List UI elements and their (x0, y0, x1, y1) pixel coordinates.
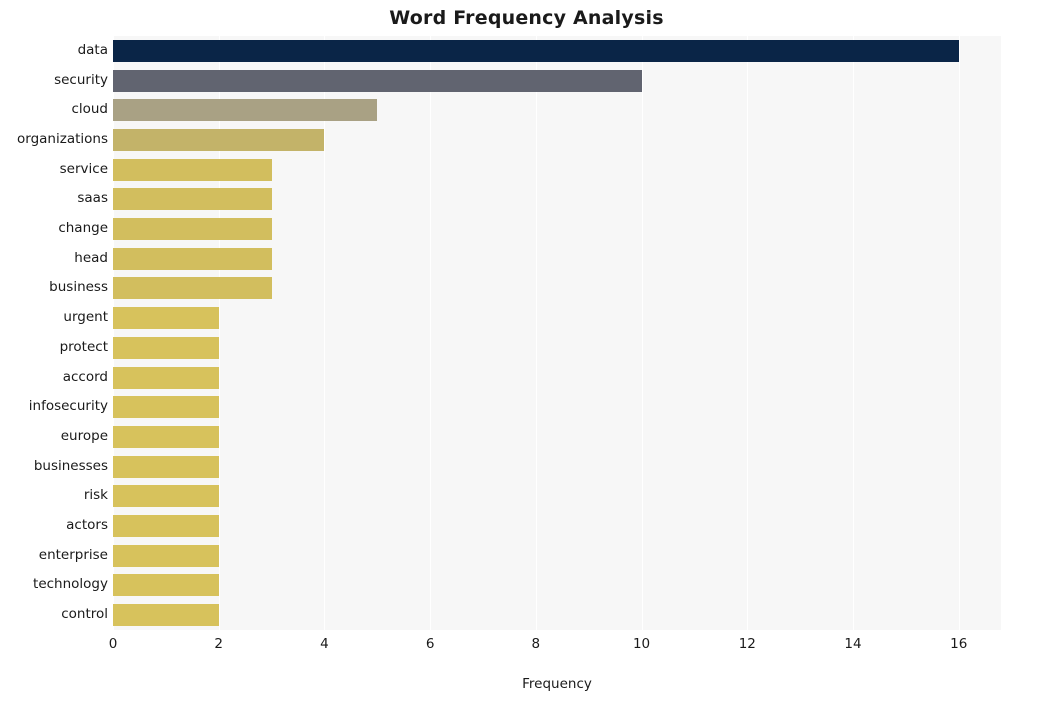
y-axis-tick-label: business (49, 279, 108, 296)
y-axis-tick-label: protect (59, 338, 108, 355)
y-axis-tick-label: control (61, 606, 108, 623)
x-axis-tick-labels: 0 2 4 6 8 10 12 14 16 (109, 636, 1001, 656)
bar[interactable] (113, 99, 378, 122)
plot-area (113, 36, 1001, 630)
bar[interactable] (113, 544, 219, 567)
bar[interactable] (113, 69, 642, 92)
bar[interactable] (113, 604, 219, 627)
y-axis-tick-label: organizations (17, 130, 108, 147)
y-axis-tick-label: infosecurity (28, 398, 108, 415)
x-axis-tick-label: 12 (738, 636, 756, 652)
bar[interactable] (113, 218, 272, 241)
y-axis-tick-label: cloud (71, 101, 108, 118)
bar[interactable] (113, 128, 325, 151)
x-axis-tick-label: 14 (844, 636, 862, 652)
bar[interactable] (113, 188, 272, 211)
x-axis-tick-label: 6 (425, 636, 435, 652)
y-axis-tick-label: data (77, 41, 108, 58)
y-axis-tick-label: accord (62, 368, 108, 385)
y-axis-tick-label: europe (60, 427, 108, 444)
y-axis-tick-label: enterprise (38, 546, 108, 563)
y-axis-tick-label: saas (77, 190, 108, 207)
x-axis-tick-label: 2 (214, 636, 223, 652)
bar[interactable] (113, 247, 272, 270)
bar[interactable] (113, 574, 219, 597)
x-axis-tick-label: 10 (632, 636, 651, 652)
y-axis-tick-label: service (59, 160, 108, 177)
bar[interactable] (113, 396, 219, 419)
y-axis-tick-label: technology (33, 576, 108, 593)
y-axis-tick-label: urgent (63, 309, 108, 326)
bar[interactable] (113, 277, 272, 300)
bar[interactable] (113, 336, 219, 359)
y-axis-tick-label: change (58, 220, 108, 237)
bar[interactable] (113, 366, 219, 389)
x-axis-title: Frequency (522, 676, 592, 692)
bar[interactable] (113, 455, 219, 478)
y-axis-tick-label: head (74, 249, 108, 266)
x-axis-tick-label: 0 (108, 636, 118, 652)
bar[interactable] (113, 425, 219, 448)
chart-title: Word Frequency Analysis (389, 7, 664, 29)
bar[interactable] (113, 515, 219, 538)
bar[interactable] (113, 158, 272, 181)
bar[interactable] (113, 39, 959, 62)
bars-layer (113, 36, 1001, 630)
x-axis-tick-label: 8 (531, 636, 541, 652)
bar[interactable] (113, 485, 219, 508)
y-axis-tick-label: risk (83, 487, 108, 504)
y-axis-tick-label: security (54, 71, 108, 88)
bar[interactable] (113, 307, 219, 330)
chart-container: Word Frequency Analysis data security clou… (0, 0, 1053, 701)
x-axis-tick-label: 16 (950, 636, 968, 652)
y-axis-tick-labels: data security cloud organizations service saa… (0, 36, 108, 630)
y-axis-tick-label: businesses (33, 457, 108, 474)
x-axis-tick-label: 4 (320, 636, 329, 652)
y-axis-tick-label: actors (66, 517, 108, 534)
